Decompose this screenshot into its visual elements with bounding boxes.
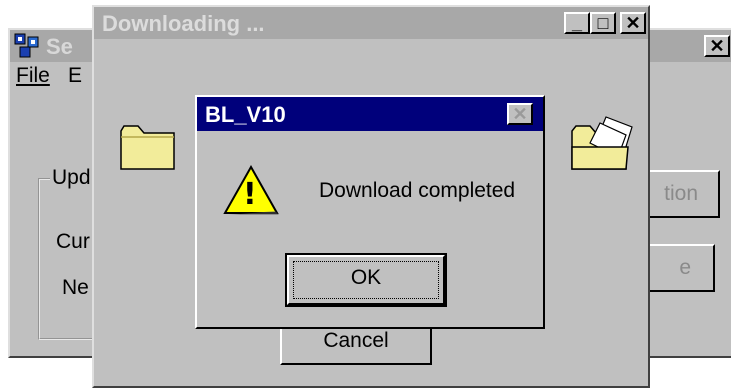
message-text: Download completed [319, 179, 516, 202]
message-dialog: BL_V10 ✕ ! Download completed OK [195, 95, 545, 329]
folder-icon [120, 125, 175, 170]
open-folder-icon [571, 116, 633, 170]
message-dialog-title: BL_V10 [205, 102, 286, 127]
downloading-minimize-button[interactable]: _ [564, 12, 590, 34]
downloading-titlebar: Downloading ... _ □ ✕ [94, 7, 648, 39]
setup-close-button[interactable]: ✕ [704, 35, 730, 57]
ok-button-label: OK [350, 266, 382, 289]
update-group-label: Upd [50, 166, 93, 190]
setup-title: Se [46, 34, 73, 59]
message-dialog-titlebar: BL_V10 ✕ [197, 97, 543, 131]
current-version-label: Cur [56, 230, 90, 253]
menu-edit[interactable]: E [68, 64, 82, 88]
setup-app-icon [14, 33, 39, 58]
warning-exclamation: ! [243, 177, 257, 212]
menu-file[interactable]: File [16, 64, 50, 88]
message-dialog-close-button[interactable]: ✕ [507, 103, 533, 125]
downloading-maximize-button[interactable]: □ [590, 12, 616, 34]
new-version-label: Ne [62, 276, 89, 299]
ok-button[interactable]: OK [285, 253, 447, 307]
downloading-title: Downloading ... [102, 11, 265, 36]
downloading-close-button[interactable]: ✕ [620, 12, 646, 34]
